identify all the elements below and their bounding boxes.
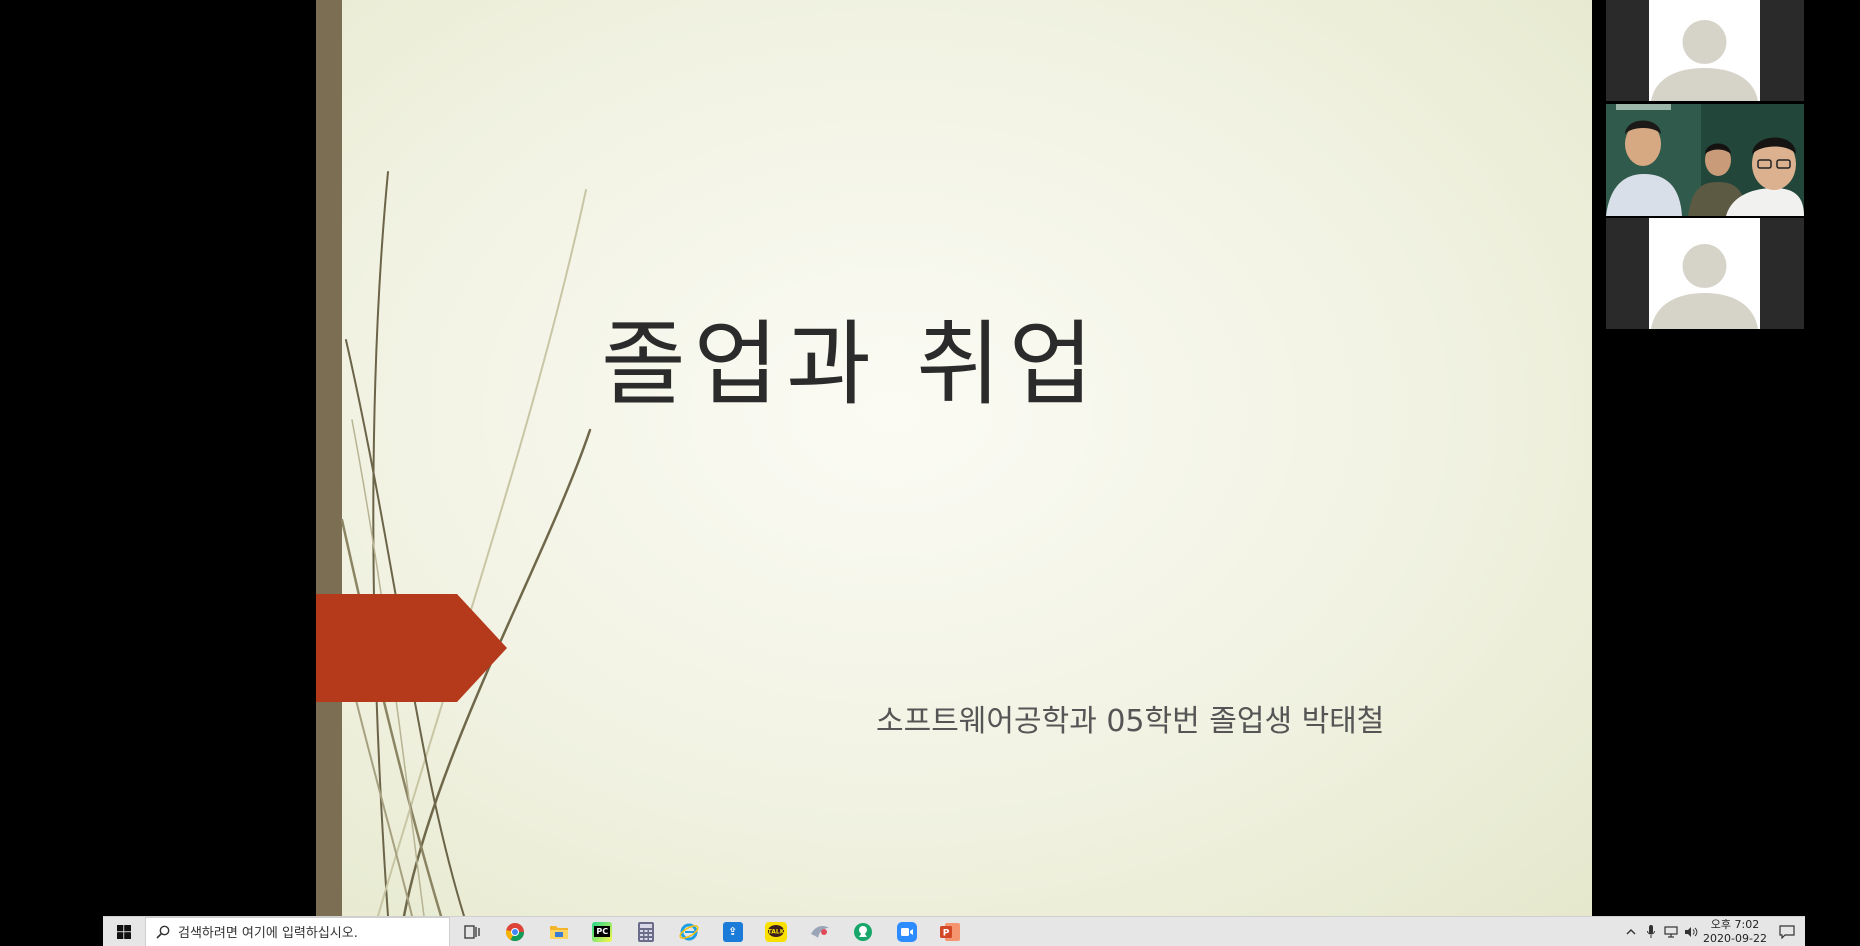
svg-text:TALK: TALK (768, 928, 785, 935)
clock-time: 오후 7:02 (1710, 918, 1760, 931)
taskbar-internet-explorer[interactable] (668, 917, 712, 946)
person-silhouette-icon (1651, 244, 1758, 329)
taskbar-zoom[interactable] (885, 917, 929, 946)
zoom-icon (896, 921, 917, 942)
participants-video (1606, 104, 1804, 216)
notification-button[interactable] (1769, 917, 1805, 946)
network-icon[interactable] (1661, 917, 1681, 946)
task-view-icon (464, 924, 480, 939)
taskbar-pycharm[interactable]: PC (581, 917, 625, 946)
taskbar-powerpoint[interactable]: P (929, 917, 973, 946)
taskbar-search-box[interactable]: 검색하려면 여기에 입력하십시오. (145, 916, 450, 946)
slide-decoration (316, 171, 592, 916)
tray-chevron-up-icon[interactable] (1621, 917, 1641, 946)
taskbar-task-view[interactable] (450, 917, 494, 946)
chrome-icon (506, 922, 525, 941)
taskbar-app-green[interactable] (842, 917, 886, 946)
participant-video-tile[interactable] (1606, 104, 1804, 216)
slide-title: 졸업과 취업 (601, 311, 1102, 418)
search-placeholder: 검색하려면 여기에 입력하십시오. (178, 926, 358, 941)
taskbar-app-blue[interactable]: ⇪ (711, 917, 755, 946)
desktop-screen: 졸업과 취업 소프트웨어공학과 05학번 졸업생 박태철 검색하려면 여기에 입… (0, 0, 1860, 946)
taskbar-calculator[interactable] (624, 917, 668, 946)
ie-icon (679, 923, 699, 940)
folder-icon (549, 925, 568, 939)
taskbar-clock[interactable]: 오후 7:02 2020-09-22 (1701, 918, 1769, 946)
volume-icon[interactable] (1681, 917, 1701, 946)
pycharm-icon: PC (592, 921, 613, 942)
windows-logo-icon (117, 924, 131, 939)
person-silhouette-icon (1651, 20, 1758, 101)
microphone-icon[interactable] (1641, 917, 1661, 946)
participant-tile-1[interactable] (1606, 0, 1804, 101)
notification-icon (1779, 925, 1795, 939)
slide-arrow-shape (316, 594, 507, 702)
start-button[interactable] (103, 917, 145, 946)
windows-taskbar: 검색하려면 여기에 입력하십시오. PC ⇪ TALK P 오후 7:02 20… (103, 916, 1805, 946)
system-tray: 오후 7:02 2020-09-22 (1621, 917, 1805, 946)
kakaotalk-icon: TALK (765, 921, 788, 942)
slide-subtitle: 소프트웨어공학과 05학번 졸업생 박태철 (876, 704, 1385, 739)
taskbar-kakaotalk[interactable]: TALK (755, 917, 799, 946)
shared-slide: 졸업과 취업 소프트웨어공학과 05학번 졸업생 박태철 (316, 0, 1592, 916)
participant-tile-3[interactable] (1606, 218, 1804, 329)
calculator-icon (637, 921, 654, 942)
clock-date: 2020-09-22 (1703, 932, 1767, 945)
search-icon (156, 925, 170, 939)
taskbar-file-explorer[interactable] (537, 917, 581, 946)
taskbar-chrome[interactable] (494, 917, 538, 946)
svg-text:P: P (943, 928, 950, 938)
blue-app-icon: ⇪ (722, 921, 743, 942)
powerpoint-icon: P (940, 922, 961, 941)
bird-icon (810, 925, 829, 938)
taskbar-app-bird[interactable] (798, 917, 842, 946)
green-app-icon (854, 922, 873, 941)
